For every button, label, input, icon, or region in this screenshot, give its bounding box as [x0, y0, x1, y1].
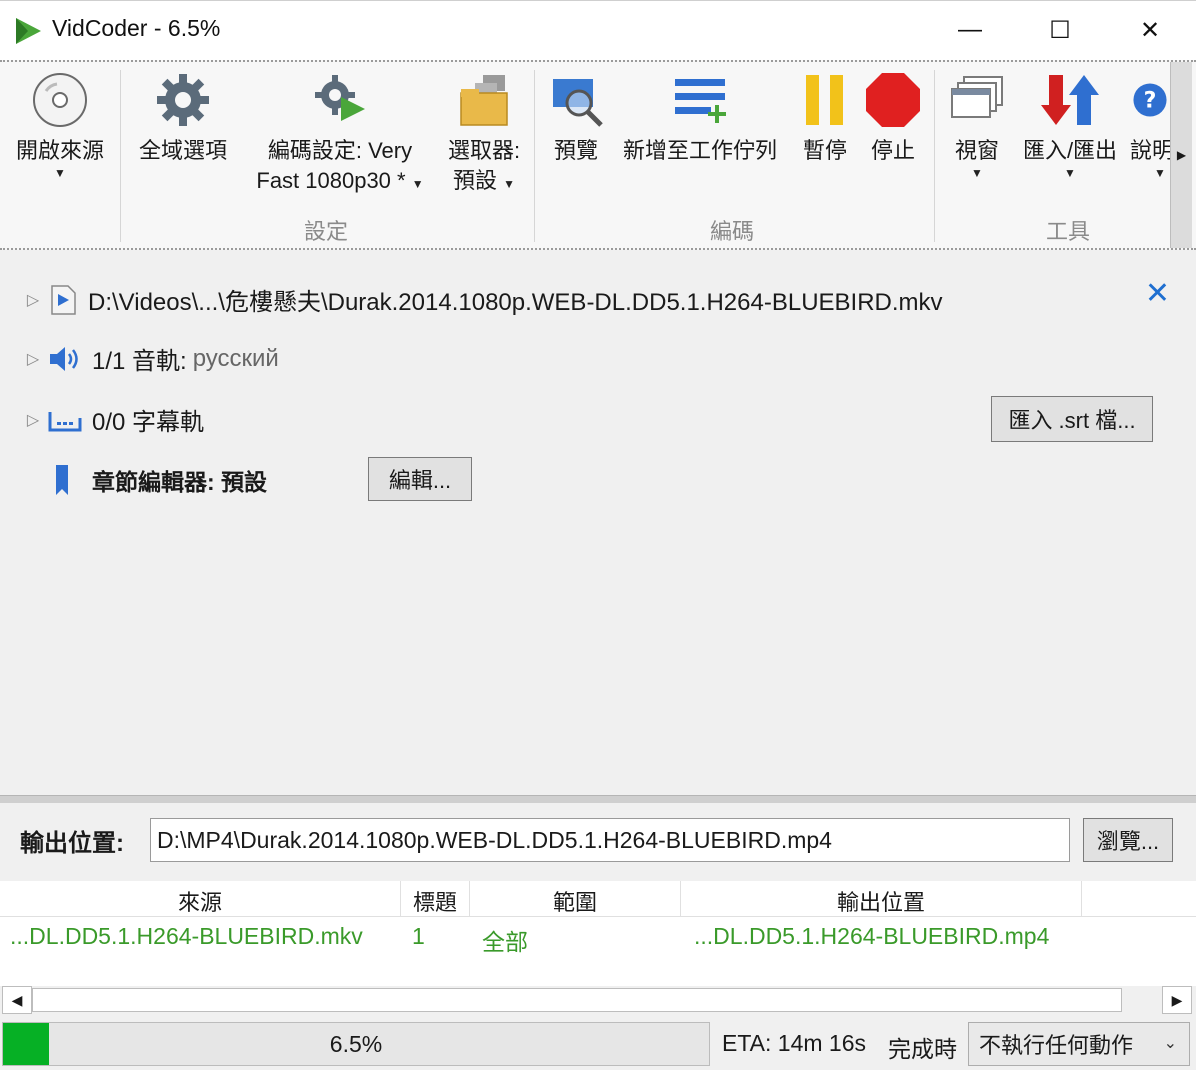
- group-label-settings: 設定: [304, 219, 349, 244]
- disc-icon: [31, 70, 89, 130]
- source-row: ▷ D:\Videos\...\危樓懸夫\Durak.2014.1080p.WE…: [26, 282, 943, 317]
- scroll-left-button[interactable]: ◀: [2, 986, 32, 1014]
- vidcoder-logo-icon: [16, 18, 41, 44]
- scroll-right-button[interactable]: ▶: [1162, 986, 1192, 1014]
- video-file-icon: [51, 284, 76, 315]
- svg-text:?: ?: [1144, 89, 1157, 114]
- picker-folder-icon: [455, 70, 513, 130]
- queue-table: 來源 標題 範圍 輸出位置 ...DL.DD5.1.H264-BLUEBIRD.…: [0, 881, 1196, 986]
- queue-cell-range: 全部: [482, 929, 528, 955]
- bookmark-icon: [56, 465, 68, 495]
- status-bar: 6.5% ETA: 14m 16s 完成時 不執行任何動作 ⌄: [0, 1018, 1196, 1070]
- chapter-editor-label: 章節編輯器: 預設: [92, 469, 268, 495]
- import-export-arrows-icon: [1041, 70, 1099, 130]
- chapter-row: 章節編輯器: 預設: [54, 463, 267, 497]
- column-header-title[interactable]: 標題: [401, 885, 469, 917]
- chevron-down-icon: ▼: [411, 177, 424, 191]
- subtitle-track-count: 0/0 字幕軌: [92, 409, 205, 436]
- output-label: 輸出位置:: [20, 830, 124, 857]
- preview-button[interactable]: 預覽: [544, 70, 608, 166]
- output-path-field[interactable]: D:\MP4\Durak.2014.1080p.WEB-DL.DD5.1.H26…: [150, 818, 1070, 862]
- audio-language: русский: [192, 344, 279, 372]
- audio-track-count: 1/1 音軌:: [92, 348, 187, 375]
- expand-triangle-icon[interactable]: ▷: [26, 350, 40, 368]
- output-section: 輸出位置: D:\MP4\Durak.2014.1080p.WEB-DL.DD5…: [0, 803, 1196, 881]
- chevron-right-icon: ▶: [1176, 148, 1187, 162]
- ribbon-scroll-right-button[interactable]: ▶: [1170, 62, 1192, 248]
- help-button[interactable]: ? 說明 ▼: [1130, 70, 1170, 180]
- help-icon: ?: [1130, 70, 1170, 130]
- source-path: D:\Videos\...\危樓懸夫\Durak.2014.1080p.WEB-…: [88, 289, 943, 316]
- pause-icon: [796, 70, 854, 130]
- browse-button[interactable]: 瀏覽...: [1083, 818, 1173, 862]
- column-header-source[interactable]: 來源: [0, 885, 400, 917]
- chevron-down-icon: ▼: [503, 177, 516, 191]
- expand-triangle-icon[interactable]: ▷: [26, 291, 40, 309]
- windows-stack-icon: [948, 70, 1006, 130]
- panel-splitter[interactable]: [0, 795, 1196, 803]
- audio-row: ▷ 1/1 音軌: русский: [26, 341, 279, 376]
- window-title: VidCoder - 6.5%: [52, 15, 221, 41]
- import-export-button[interactable]: 匯入/匯出 ▼: [1014, 70, 1126, 180]
- subtitle-row: ▷ 0/0 字幕軌: [26, 402, 204, 437]
- column-header-output[interactable]: 輸出位置: [681, 885, 1081, 917]
- queue-cell-output: ...DL.DD5.1.H264-BLUEBIRD.mp4: [694, 923, 1050, 949]
- pause-button[interactable]: 暫停: [796, 70, 854, 166]
- windows-button[interactable]: 視窗 ▼: [944, 70, 1010, 180]
- subtitle-icon: [48, 411, 82, 431]
- when-done-select[interactable]: 不執行任何動作 ⌄: [968, 1022, 1190, 1066]
- speaker-icon: [50, 346, 78, 371]
- when-done-label: 完成時: [888, 1036, 957, 1062]
- picker-button[interactable]: 選取器: 預設 ▼: [438, 70, 530, 196]
- edit-chapters-button[interactable]: 編輯...: [368, 457, 472, 501]
- chevron-down-icon: ▼: [1064, 166, 1076, 180]
- chevron-down-icon: ▼: [971, 166, 983, 180]
- gear-play-icon: [311, 70, 369, 130]
- add-list-icon: [671, 70, 729, 130]
- eta-text: ETA: 14m 16s: [722, 1030, 867, 1056]
- chevron-down-icon: ⌄: [1163, 1035, 1177, 1052]
- encode-progress-bar: 6.5%: [2, 1022, 710, 1066]
- import-srt-button[interactable]: 匯入 .srt 檔...: [991, 396, 1153, 442]
- add-to-queue-button[interactable]: 新增至工作佇列: [614, 70, 786, 166]
- close-source-icon[interactable]: ✕: [1145, 276, 1170, 311]
- scrollbar-track[interactable]: [32, 988, 1122, 1012]
- horizontal-scrollbar[interactable]: ◀ ▶: [0, 986, 1196, 1014]
- group-label-tools: 工具: [1046, 219, 1091, 244]
- stop-icon: [864, 70, 922, 130]
- close-button[interactable]: ✕: [1104, 1, 1196, 59]
- chevron-down-icon: ▼: [1154, 166, 1166, 180]
- group-label-encode: 編碼: [710, 219, 755, 244]
- magnifier-icon: [547, 70, 605, 130]
- global-options-button[interactable]: 全域選項: [128, 70, 238, 166]
- arrow-left-icon: ◀: [11, 991, 23, 1008]
- ribbon-toolbar: 開啟來源 ▼ 全域選項 編碼設定: Very Fast 1080p30 * ▼ …: [0, 60, 1196, 250]
- progress-percent: 6.5%: [329, 1030, 383, 1057]
- source-details-panel: ▷ D:\Videos\...\危樓懸夫\Durak.2014.1080p.WE…: [0, 250, 1196, 795]
- expand-triangle-icon[interactable]: ▷: [26, 411, 40, 429]
- gear-icon: [154, 70, 212, 130]
- queue-cell-source: ...DL.DD5.1.H264-BLUEBIRD.mkv: [10, 923, 363, 949]
- title-bar: VidCoder - 6.5% — ☐ ✕: [0, 0, 1196, 60]
- maximize-button[interactable]: ☐: [1014, 1, 1106, 59]
- column-header-range[interactable]: 範圍: [470, 885, 680, 917]
- queue-cell-title: 1: [412, 923, 425, 949]
- arrow-right-icon: ▶: [1171, 991, 1183, 1008]
- chevron-down-icon: ▼: [54, 166, 66, 180]
- encode-settings-button[interactable]: 編碼設定: Very Fast 1080p30 * ▼: [244, 70, 436, 196]
- open-source-button[interactable]: 開啟來源 ▼: [8, 70, 112, 180]
- minimize-button[interactable]: —: [924, 1, 1016, 59]
- stop-button[interactable]: 停止: [862, 70, 924, 166]
- queue-header: 來源 標題 範圍 輸出位置: [0, 881, 1196, 917]
